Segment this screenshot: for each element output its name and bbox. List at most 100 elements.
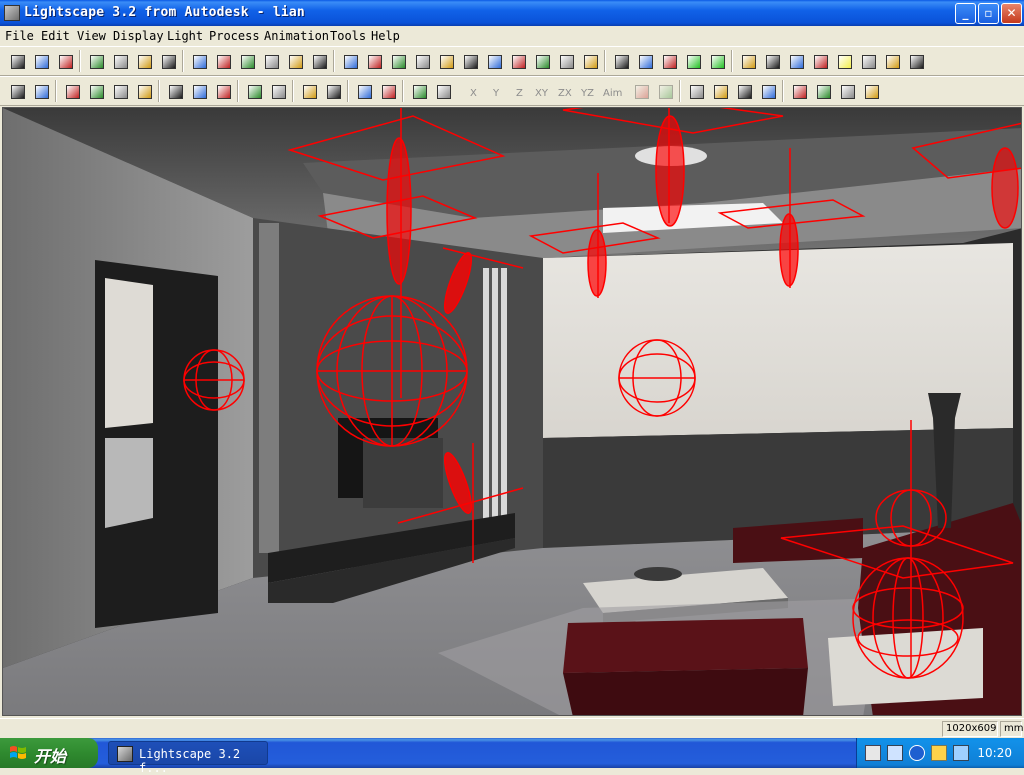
undo-view-button[interactable] <box>654 80 676 102</box>
toolbar-separator <box>402 80 404 102</box>
grey-box-button[interactable] <box>881 50 903 72</box>
reset-view-button[interactable] <box>377 80 399 102</box>
print-button[interactable] <box>109 50 131 72</box>
new-file-icon <box>11 55 25 69</box>
walk-button[interactable] <box>685 80 707 102</box>
move-button[interactable] <box>459 50 481 72</box>
view-left-button[interactable] <box>260 50 282 72</box>
keyboard-icon[interactable] <box>865 745 881 761</box>
menu-display[interactable]: Display <box>113 29 164 43</box>
cut-button[interactable] <box>164 80 186 102</box>
refresh-button[interactable] <box>812 80 834 102</box>
zoom-out-button[interactable] <box>435 50 457 72</box>
scene-viewport[interactable] <box>2 107 1022 716</box>
add-point-button[interactable] <box>353 80 375 102</box>
view-right-button[interactable] <box>284 50 306 72</box>
render-button[interactable] <box>905 50 927 72</box>
axis-yz-button[interactable]: YZ <box>577 80 600 102</box>
run-button[interactable] <box>709 80 731 102</box>
align-button[interactable] <box>212 80 234 102</box>
shortcut-icon[interactable] <box>931 745 947 761</box>
edit-list-button[interactable] <box>298 80 320 102</box>
process-button[interactable] <box>761 50 783 72</box>
view-back-button[interactable] <box>236 50 258 72</box>
select-light-button[interactable] <box>109 80 131 102</box>
menu-animation[interactable]: Animation <box>264 29 329 43</box>
select-object-button[interactable] <box>85 80 107 102</box>
menu-tools[interactable]: Tools <box>330 29 366 43</box>
zoom-all-button[interactable] <box>579 50 601 72</box>
menu-edit[interactable]: Edit <box>41 29 70 43</box>
shape-select-button[interactable] <box>267 80 289 102</box>
select-arrow-button[interactable] <box>6 80 28 102</box>
maximize-button[interactable]: ▫ <box>978 3 999 24</box>
spin-button[interactable] <box>507 50 529 72</box>
walk-button[interactable] <box>483 50 505 72</box>
taskbar-item-lightscape[interactable]: Lightscape 3.2 f... <box>108 741 268 775</box>
query-button[interactable] <box>30 80 52 102</box>
fly-button[interactable] <box>733 80 755 102</box>
daylight-button[interactable] <box>809 50 831 72</box>
axis-x-button[interactable]: X <box>462 80 484 102</box>
mesh-button[interactable] <box>785 50 807 72</box>
zoom-region-button[interactable] <box>339 50 361 72</box>
new-file-button[interactable] <box>6 50 28 72</box>
snapshot-button[interactable] <box>836 80 858 102</box>
layers-button[interactable] <box>788 80 810 102</box>
clock[interactable]: 10:20 <box>977 746 1012 760</box>
view-front-button[interactable] <box>212 50 234 72</box>
open-folder-button[interactable] <box>30 50 52 72</box>
pan-camera-button[interactable] <box>387 50 409 72</box>
axis-zx-button[interactable]: ZX <box>554 80 577 102</box>
globe-button[interactable] <box>857 50 879 72</box>
volume-icon[interactable] <box>953 745 969 761</box>
yellow-square-button[interactable] <box>833 50 855 72</box>
menu-view[interactable]: View <box>77 29 106 43</box>
layer-button[interactable] <box>737 50 759 72</box>
menu-light[interactable]: Light <box>167 29 203 43</box>
close-button[interactable]: ✕ <box>1001 3 1022 24</box>
mesh-icon <box>790 55 804 69</box>
wireframe-button[interactable] <box>610 50 632 72</box>
move-axis-button[interactable] <box>408 80 430 102</box>
help-button[interactable] <box>133 50 155 72</box>
select-mode-button[interactable] <box>188 50 210 72</box>
toolbar-separator <box>237 80 239 102</box>
network-icon[interactable] <box>887 745 903 761</box>
solid-button[interactable] <box>634 50 656 72</box>
copy-button[interactable] <box>188 80 210 102</box>
filter-select-button[interactable] <box>322 80 344 102</box>
start-button[interactable]: 开始 <box>0 738 98 768</box>
view-top-button[interactable] <box>308 50 330 72</box>
select-cursor-button[interactable] <box>243 80 265 102</box>
pen-button[interactable] <box>630 80 652 102</box>
textured-green-button[interactable] <box>706 50 728 72</box>
select-layer-button[interactable] <box>133 80 155 102</box>
axis-y-button[interactable]: Y <box>485 80 507 102</box>
rotate-axis-button[interactable] <box>432 80 454 102</box>
select-surface-button[interactable] <box>61 80 83 102</box>
light-probe-button[interactable] <box>757 80 779 102</box>
minimize-button[interactable]: _ <box>955 3 976 24</box>
axis-aim-button[interactable]: Aim <box>600 80 623 102</box>
zoom-in-button[interactable] <box>411 50 433 72</box>
hand-button[interactable] <box>860 80 882 102</box>
menu-help[interactable]: Help <box>371 29 400 43</box>
undo-button[interactable] <box>85 50 107 72</box>
orbit-button[interactable] <box>363 50 385 72</box>
axis-label: X <box>470 88 477 99</box>
axis-xy-button[interactable]: XY <box>531 80 554 102</box>
save-button[interactable] <box>54 50 76 72</box>
outline-button[interactable] <box>658 50 680 72</box>
zoom-window-button[interactable] <box>555 50 577 72</box>
lightscape-app-icon[interactable] <box>4 5 20 21</box>
menu-process[interactable]: Process <box>209 29 260 43</box>
undo-view-icon <box>659 85 673 99</box>
process-icon <box>766 55 780 69</box>
shaded-green-button[interactable] <box>682 50 704 72</box>
rotate-button[interactable] <box>531 50 553 72</box>
context-help-button[interactable] <box>157 50 179 72</box>
menu-file[interactable]: File <box>5 29 34 43</box>
axis-z-button[interactable]: Z <box>508 80 530 102</box>
tray-expand-icon[interactable] <box>909 745 925 761</box>
